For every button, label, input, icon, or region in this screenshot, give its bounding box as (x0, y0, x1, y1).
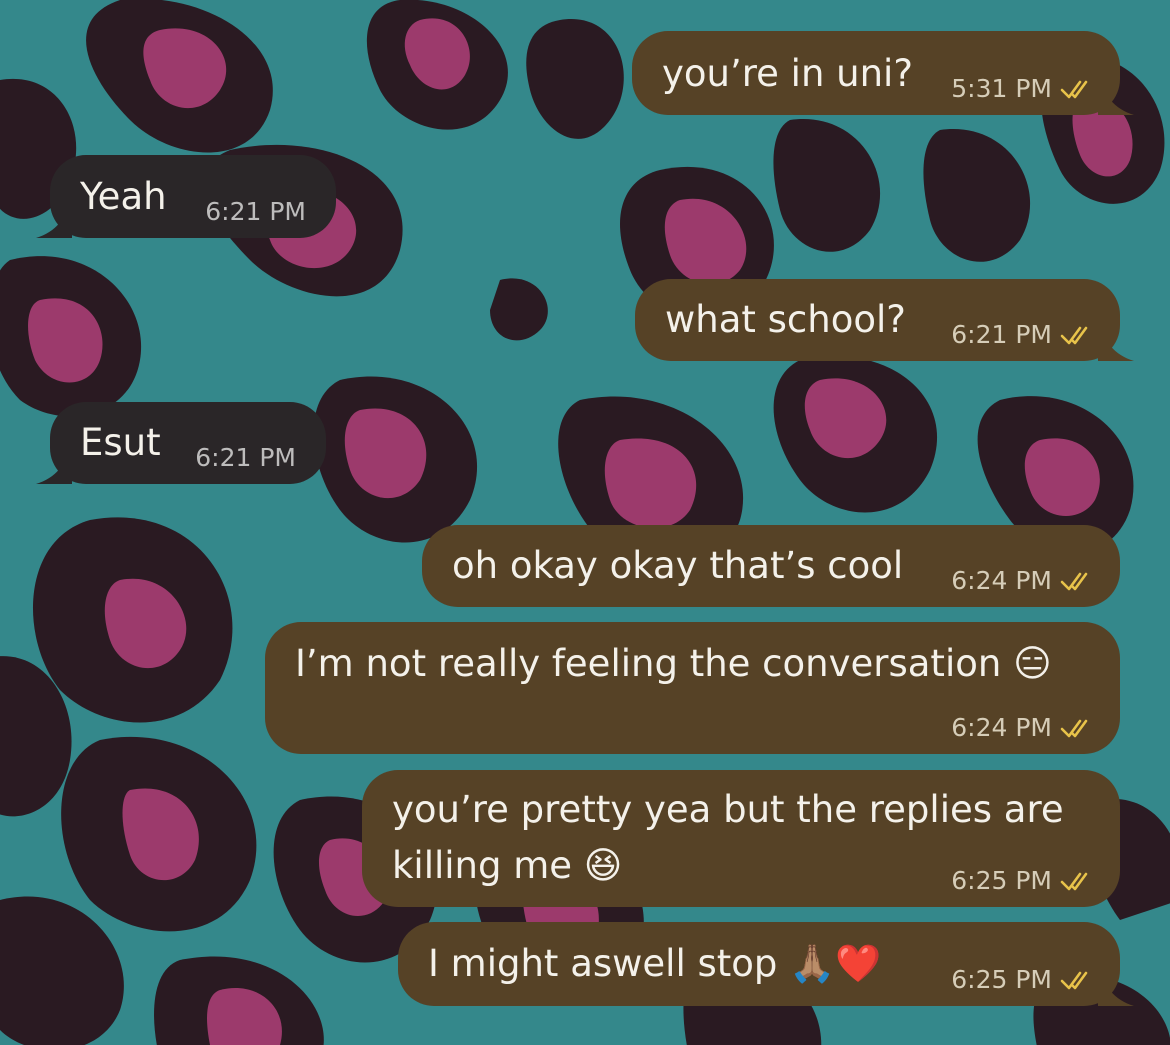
message-timestamp: 6:21 PM (951, 320, 1052, 349)
message-timestamp: 6:25 PM (951, 866, 1052, 895)
bubble-tail (1098, 321, 1134, 361)
message-bubble-outgoing[interactable]: what school? 6:21 PM (635, 279, 1134, 361)
message-timestamp: 6:24 PM (951, 566, 1052, 595)
double-check-icon (1060, 971, 1088, 989)
message-timestamp: 6:25 PM (951, 965, 1052, 994)
bubble-tail (36, 198, 72, 238)
message-bubble-outgoing[interactable]: I might aswell stop 🙏🏽❤️ 6:25 PM (398, 922, 1134, 1006)
message-bubble-outgoing[interactable]: you’re in uni? 5:31 PM (632, 31, 1134, 115)
message-meta: 6:21 PM (951, 320, 1092, 349)
double-check-icon (1060, 572, 1088, 590)
message-meta: 5:31 PM (951, 74, 1092, 103)
message-text: Yeah (80, 175, 167, 218)
message-timestamp: 6:21 PM (205, 197, 306, 226)
bubble-tail (1098, 75, 1134, 115)
message-text: oh okay okay that’s cool (452, 544, 904, 587)
message-meta: 6:24 PM (951, 713, 1092, 742)
double-check-icon (1060, 872, 1088, 890)
double-check-icon (1060, 80, 1088, 98)
double-check-icon (1060, 326, 1088, 344)
bubble-tail (1098, 966, 1134, 1006)
message-text: I might aswell stop 🙏🏽❤️ (428, 942, 882, 985)
message-bubble-incoming[interactable]: Yeah 6:21 PM (36, 155, 336, 238)
message-meta: 6:21 PM (195, 443, 296, 472)
message-timestamp: 6:24 PM (951, 713, 1052, 742)
message-bubble-outgoing[interactable]: I’m not really feeling the conversation … (265, 622, 1120, 754)
message-bubble-outgoing[interactable]: you’re pretty yea but the replies are ki… (362, 770, 1120, 907)
message-meta: 6:21 PM (205, 197, 306, 226)
message-text: what school? (665, 298, 906, 341)
message-meta: 6:24 PM (951, 566, 1092, 595)
double-check-icon (1060, 719, 1088, 737)
message-text: Esut (80, 421, 161, 464)
message-text: I’m not really feeling the conversation … (295, 642, 1052, 685)
message-bubble-outgoing[interactable]: oh okay okay that’s cool 6:24 PM (422, 525, 1120, 607)
message-text: you’re in uni? (662, 52, 913, 95)
message-timestamp: 5:31 PM (951, 74, 1052, 103)
message-text-line-2: killing me 😆 (392, 844, 623, 887)
message-timestamp: 6:21 PM (195, 443, 296, 472)
message-meta: 6:25 PM (951, 866, 1092, 895)
bubble-tail (36, 444, 72, 484)
message-bubble-incoming[interactable]: Esut 6:21 PM (36, 402, 326, 484)
message-text-line-1: you’re pretty yea but the replies are (392, 788, 1064, 831)
message-meta: 6:25 PM (951, 965, 1092, 994)
